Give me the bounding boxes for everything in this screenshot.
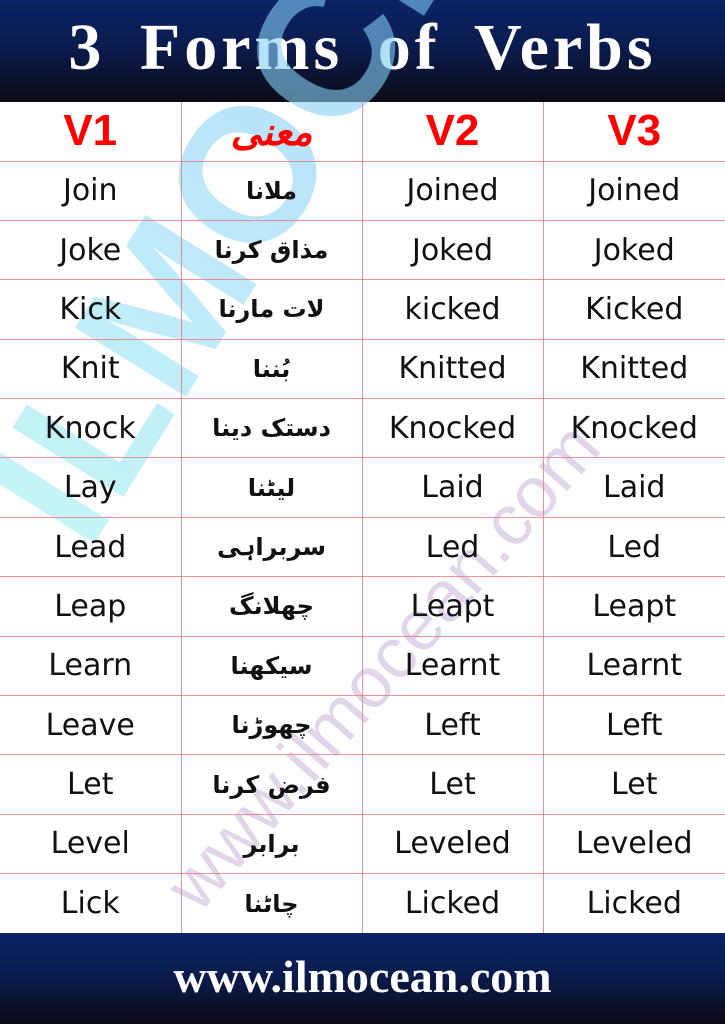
cell-v1: Lead (0, 516, 182, 578)
cell-v3: Leveled (542, 813, 725, 875)
table-row: Let فرض کرنا Let Let (0, 754, 725, 815)
cell-v3: Licked (542, 873, 725, 934)
cell-meaning: سربراہی (180, 516, 363, 578)
cell-v2: Laid (361, 457, 544, 518)
cell-meaning: چاٹنا (180, 873, 363, 934)
cell-meaning: ملانا (180, 160, 363, 221)
cell-v1: Lick (0, 873, 182, 934)
cell-meaning: بُننا (180, 338, 363, 400)
cell-v3: Let (542, 754, 725, 815)
cell-v3: Laid (542, 457, 725, 518)
cell-v3: Led (542, 516, 725, 578)
table-header-row: V1 معنی V2 V3 (0, 102, 725, 162)
cell-v2: Licked (361, 873, 544, 934)
cell-v3: Leapt (542, 576, 725, 637)
verb-forms-table: V1 معنی V2 V3 Join ملانا Joined Joined Joke م… (0, 102, 725, 934)
table-row: Lay لیٹنا Laid Laid (0, 457, 725, 518)
footer-website: www.ilmocean.com (173, 951, 552, 1002)
cell-v2: Let (361, 754, 544, 815)
verb-table-container: ILMOCEAN www.ilmocean.com V1 معنی V2 V3 … (0, 0, 725, 934)
cell-v1: Learn (0, 635, 182, 697)
cell-v1: Joke (0, 219, 182, 281)
cell-v2: Leapt (361, 576, 544, 637)
cell-v1: Lay (0, 457, 182, 518)
footer-banner: www.ilmocean.com (0, 933, 725, 1024)
cell-v2: Led (361, 516, 544, 578)
table-row: Level برابر Leveled Leveled (0, 813, 725, 875)
cell-v1: Leap (0, 576, 182, 637)
page-title: 3 Forms of Verbs (68, 11, 657, 84)
column-header-v1: V1 (0, 102, 182, 162)
cell-v3: Joined (542, 160, 725, 221)
table-row: Knit بُننا Knitted Knitted (0, 338, 725, 400)
cell-meaning: دستک دینا (180, 398, 363, 459)
table-row: Joke مذاق کرنا Joked Joked (0, 219, 725, 281)
column-header-v3: V3 (542, 102, 725, 162)
cell-v1: Let (0, 754, 182, 815)
column-header-v2: V2 (361, 102, 544, 162)
table-row: Lead سربراہی Led Led (0, 516, 725, 578)
cell-v3: Knocked (542, 398, 725, 459)
table-row: Leap چھلانگ Leapt Leapt (0, 576, 725, 637)
cell-meaning: چھلانگ (180, 576, 363, 637)
table-row: Knock دستک دینا Knocked Knocked (0, 398, 725, 459)
cell-v3: Left (542, 695, 725, 756)
cell-meaning: فرض کرنا (180, 754, 363, 815)
cell-v3: Knitted (542, 338, 725, 400)
cell-meaning: مذاق کرنا (180, 219, 363, 281)
cell-v2: kicked (361, 279, 544, 340)
cell-v2: Joked (361, 219, 544, 281)
table-row: Learn سیکھنا Learnt Learnt (0, 635, 725, 697)
cell-v2: Left (361, 695, 544, 756)
cell-v3: Learnt (542, 635, 725, 697)
cell-v1: Knit (0, 338, 182, 400)
cell-v1: Level (0, 813, 182, 875)
table-row: Leave چھوڑنا Left Left (0, 695, 725, 756)
cell-v2: Learnt (361, 635, 544, 697)
table-row: Lick چاٹنا Licked Licked (0, 873, 725, 934)
cell-meaning: لیٹنا (180, 457, 363, 518)
cell-v2: Joined (361, 160, 544, 221)
cell-v1: Leave (0, 695, 182, 756)
cell-v1: Knock (0, 398, 182, 459)
table-row: Join ملانا Joined Joined (0, 160, 725, 221)
cell-v2: Knitted (361, 338, 544, 400)
table-row: Kick لات مارنا kicked Kicked (0, 279, 725, 340)
cell-meaning: برابر (180, 813, 363, 875)
cell-v2: Knocked (361, 398, 544, 459)
cell-v3: Kicked (542, 279, 725, 340)
cell-meaning: چھوڑنا (180, 695, 363, 756)
cell-meaning: سیکھنا (180, 635, 363, 697)
cell-v1: Join (0, 160, 182, 221)
cell-v1: Kick (0, 279, 182, 340)
column-header-meaning: معنی (180, 102, 363, 162)
cell-meaning: لات مارنا (180, 279, 363, 340)
title-banner: 3 Forms of Verbs (0, 0, 725, 102)
cell-v2: Leveled (361, 813, 544, 875)
cell-v3: Joked (542, 219, 725, 281)
